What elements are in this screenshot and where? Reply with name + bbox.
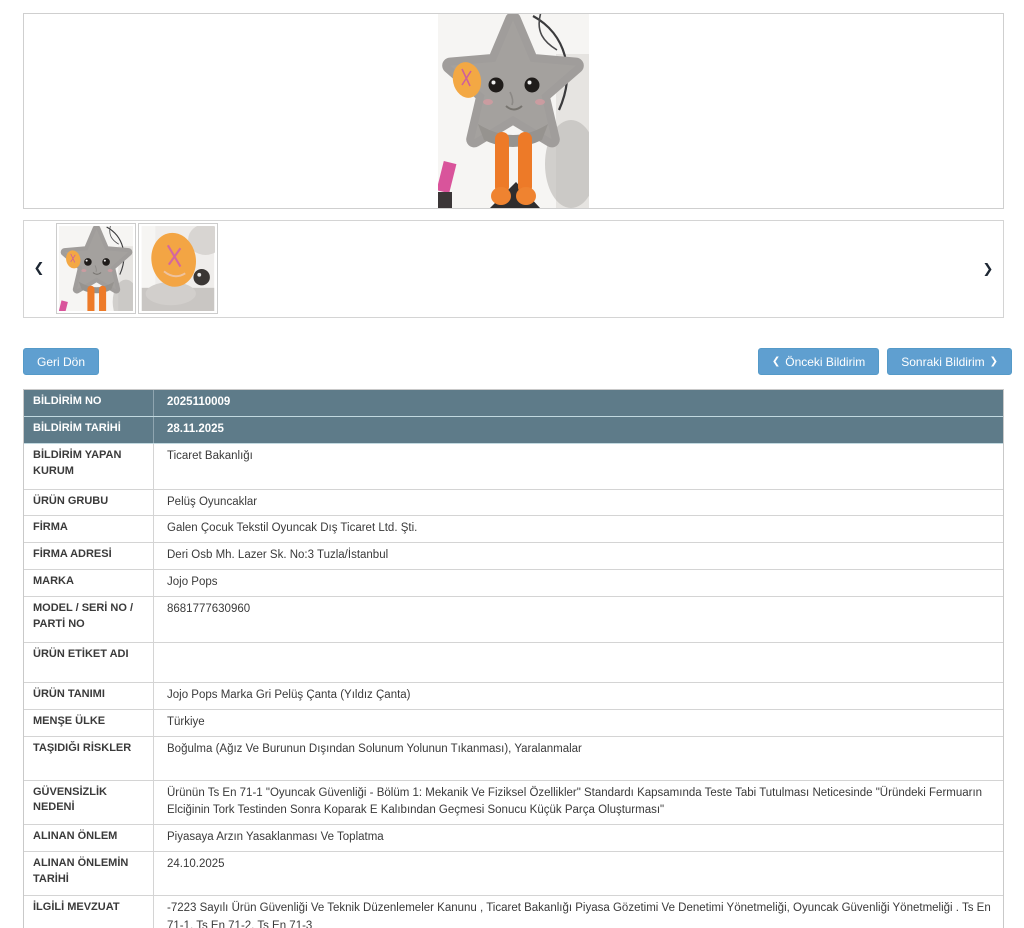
next-notification-button[interactable]: Sonraki Bildirim ❯	[887, 348, 1012, 375]
row-value: -7223 Sayılı Ürün Güvenliği Ve Teknik Dü…	[154, 896, 1003, 928]
row-value: Ürünün Ts En 71-1 "Oyuncak Güvenliği - B…	[154, 781, 1003, 825]
carousel-next-icon[interactable]: ❯	[973, 221, 1003, 319]
row-value: Galen Çocuk Tekstil Oyuncak Dış Ticaret …	[154, 516, 1003, 542]
table-row: FİRMA ADRESİDeri Osb Mh. Lazer Sk. No:3 …	[24, 543, 1003, 570]
row-label: FİRMA	[24, 516, 154, 542]
row-label: GÜVENSİZLİK NEDENİ	[24, 781, 154, 825]
row-value: Pelüş Oyuncaklar	[154, 490, 1003, 516]
row-label: ALINAN ÖNLEM	[24, 825, 154, 851]
table-row: ÜRÜN TANIMIJojo Pops Marka Gri Pelüş Çan…	[24, 683, 1003, 710]
row-label: FİRMA ADRESİ	[24, 543, 154, 569]
thumbnail-1-photo	[59, 226, 133, 311]
table-row: BİLDİRİM YAPAN KURUMTicaret Bakanlığı	[24, 444, 1003, 490]
row-value: Deri Osb Mh. Lazer Sk. No:3 Tuzla/İstanb…	[154, 543, 1003, 569]
row-label: BİLDİRİM NO	[24, 390, 154, 416]
table-row: ALINAN ÖNLEMİN TARİHİ24.10.2025	[24, 852, 1003, 896]
row-label: ÜRÜN ETİKET ADI	[24, 643, 154, 682]
table-row: MODEL / SERİ NO / PARTİ NO8681777630960	[24, 597, 1003, 643]
row-label: BİLDİRİM TARİHİ	[24, 417, 154, 443]
product-notification-page: ❮ ❯ Geri Dön ❮ Önceki Bildirim Sonraki B…	[0, 0, 1024, 928]
carousel-prev-icon[interactable]: ❮	[24, 220, 54, 318]
product-photo[interactable]	[438, 14, 589, 208]
row-value: Türkiye	[154, 710, 1003, 736]
thumbnail-2[interactable]	[138, 223, 218, 314]
thumbnail-1[interactable]	[56, 223, 136, 314]
row-label: MARKA	[24, 570, 154, 596]
table-row: ÜRÜN GRUBUPelüş Oyuncaklar	[24, 490, 1003, 517]
row-value	[154, 643, 1003, 682]
row-value: Boğulma (Ağız Ve Burunun Dışından Solunu…	[154, 737, 1003, 780]
row-value: Ticaret Bakanlığı	[154, 444, 1003, 489]
table-row: FİRMAGalen Çocuk Tekstil Oyuncak Dış Tic…	[24, 516, 1003, 543]
row-label: ÜRÜN GRUBU	[24, 490, 154, 516]
row-label: ALINAN ÖNLEMİN TARİHİ	[24, 852, 154, 895]
table-row: MENŞE ÜLKETürkiye	[24, 710, 1003, 737]
chevron-right-icon: ❯	[990, 357, 998, 367]
previous-notification-button[interactable]: ❮ Önceki Bildirim	[758, 348, 879, 375]
table-row: ALINAN ÖNLEMPiyasaya Arzın Yasaklanması …	[24, 825, 1003, 852]
row-label: BİLDİRİM YAPAN KURUM	[24, 444, 154, 489]
table-row: İLGİLİ MEVZUAT-7223 Sayılı Ürün Güvenliğ…	[24, 896, 1003, 928]
notification-table: BİLDİRİM NO2025110009BİLDİRİM TARİHİ28.1…	[23, 389, 1004, 928]
row-value: Jojo Pops Marka Gri Pelüş Çanta (Yıldız …	[154, 683, 1003, 709]
table-row: MARKAJojo Pops	[24, 570, 1003, 597]
row-label: ÜRÜN TANIMI	[24, 683, 154, 709]
row-value: Jojo Pops	[154, 570, 1003, 596]
table-row: ÜRÜN ETİKET ADI	[24, 643, 1003, 683]
thumbnail-carousel: ❮ ❯	[23, 220, 1004, 318]
row-label: MODEL / SERİ NO / PARTİ NO	[24, 597, 154, 642]
table-row: BİLDİRİM TARİHİ28.11.2025	[24, 417, 1003, 444]
notification-nav: ❮ Önceki Bildirim Sonraki Bildirim ❯	[758, 348, 1012, 375]
table-row: TAŞIDIĞI RİSKLERBoğulma (Ağız Ve Burunun…	[24, 737, 1003, 781]
row-value: 2025110009	[154, 390, 1003, 416]
row-label: İLGİLİ MEVZUAT	[24, 896, 154, 928]
back-button-label: Geri Dön	[37, 356, 85, 368]
previous-notification-label: Önceki Bildirim	[785, 356, 865, 368]
table-row: BİLDİRİM NO2025110009	[24, 390, 1003, 417]
back-button[interactable]: Geri Dön	[23, 348, 99, 375]
thumbnail-2-photo	[141, 226, 215, 311]
chevron-left-icon: ❮	[772, 357, 780, 367]
row-label: MENŞE ÜLKE	[24, 710, 154, 736]
row-value: 8681777630960	[154, 597, 1003, 642]
thumbnail-list	[56, 223, 218, 314]
row-value: 28.11.2025	[154, 417, 1003, 443]
row-value: 24.10.2025	[154, 852, 1003, 895]
row-value: Piyasaya Arzın Yasaklanması Ve Toplatma	[154, 825, 1003, 851]
next-notification-label: Sonraki Bildirim	[901, 356, 984, 368]
row-label: TAŞIDIĞI RİSKLER	[24, 737, 154, 780]
table-row: GÜVENSİZLİK NEDENİÜrünün Ts En 71-1 "Oyu…	[24, 781, 1003, 826]
product-image-panel	[23, 13, 1004, 209]
